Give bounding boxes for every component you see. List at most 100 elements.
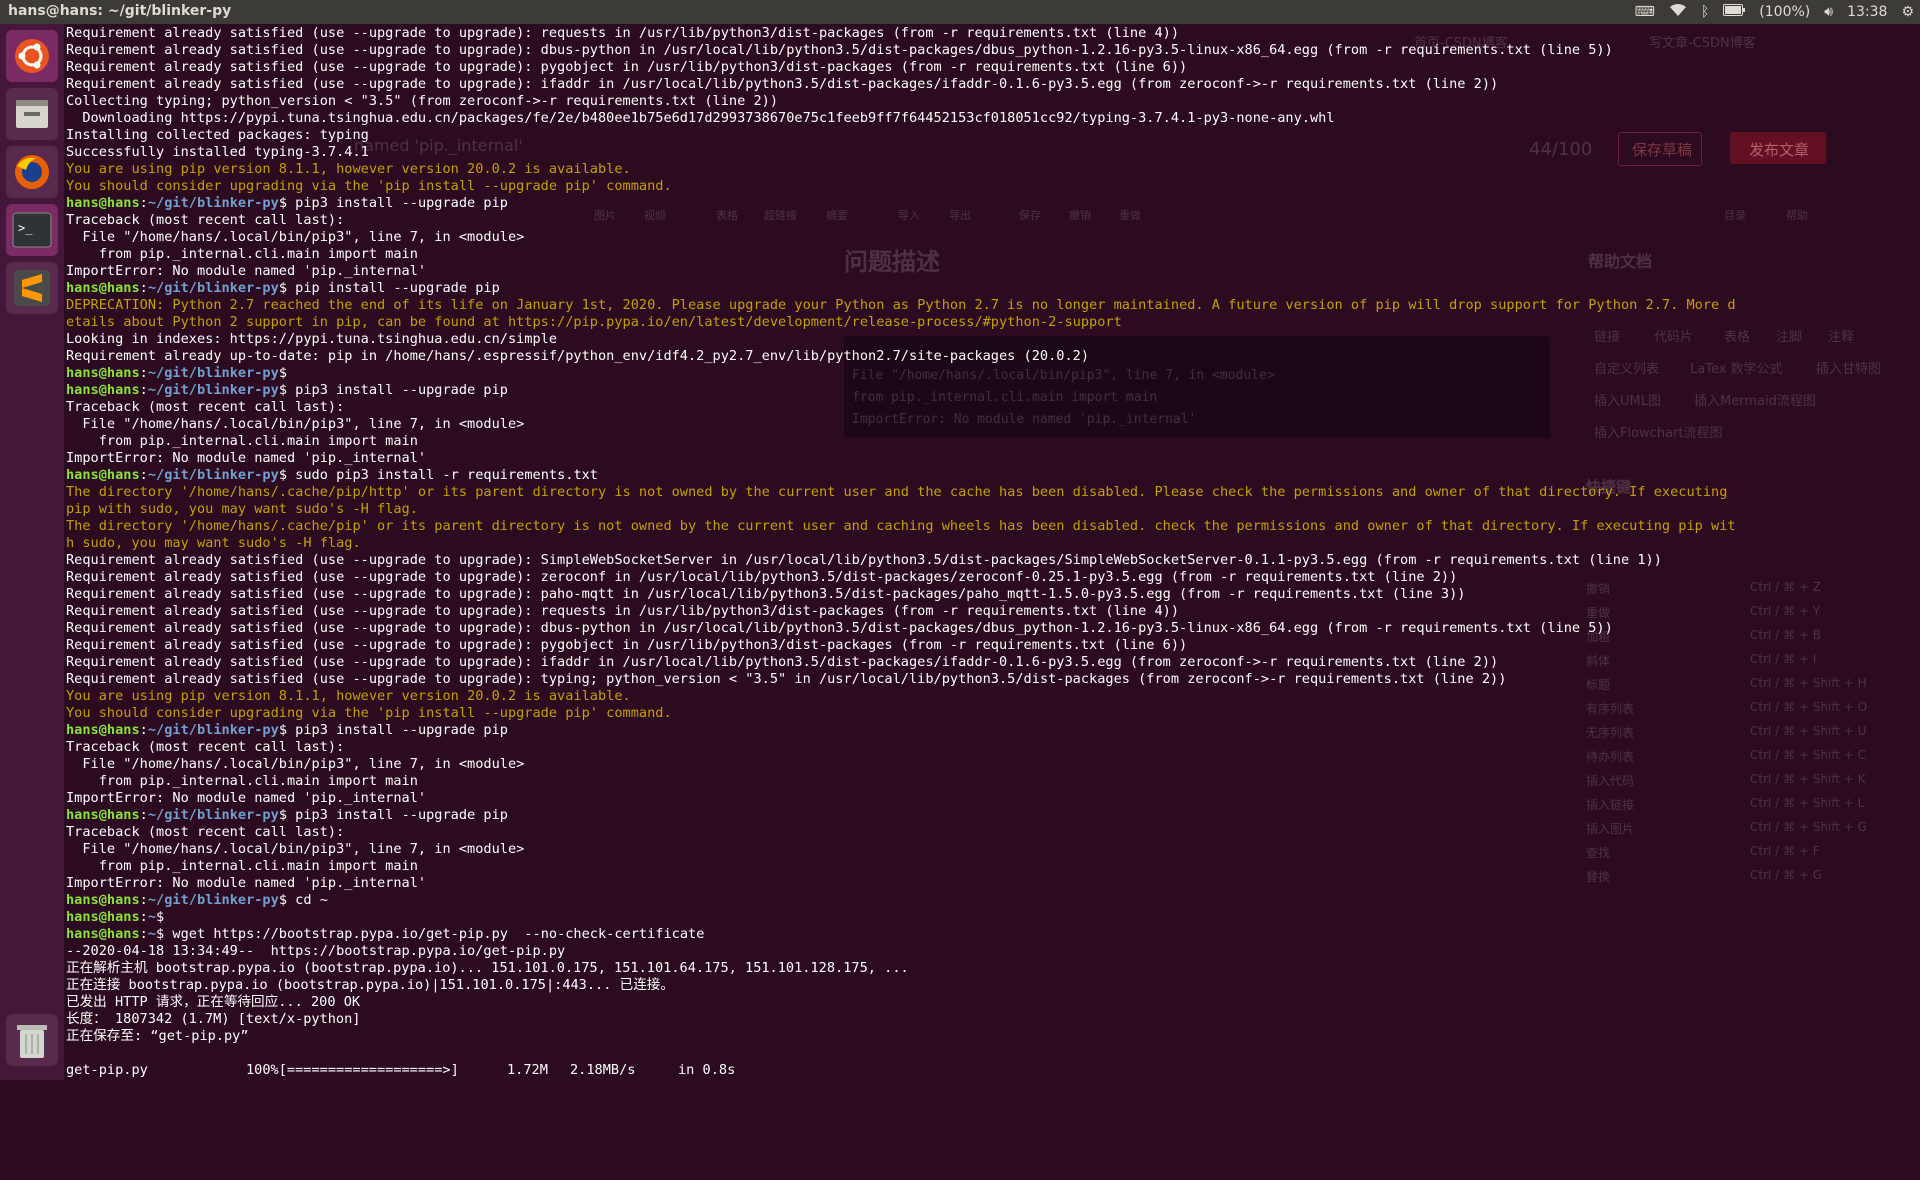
terminal-line: Requirement already satisfied (use --upg… [66, 25, 1736, 42]
terminal-line: hans@hans:~/git/blinker-py$ [66, 365, 1736, 382]
terminal-line: from pip._internal.cli.main import main [66, 246, 1736, 263]
prompt-user: hans@hans [66, 195, 140, 211]
terminal-line: Installing collected packages: typing [66, 127, 1736, 144]
terminal-line: hans@hans:~/git/blinker-py$ pip install … [66, 280, 1736, 297]
prompt-path: ~/git/blinker-py [147, 280, 279, 296]
terminal-line: from pip._internal.cli.main import main [66, 858, 1736, 875]
terminal-line: hans@hans:~/git/blinker-py$ pip3 install… [66, 807, 1736, 824]
terminal-line: hans@hans:~/git/blinker-py$ cd ~ [66, 892, 1736, 909]
launcher: >_ [0, 24, 65, 1080]
terminal-line: Requirement already satisfied (use --upg… [66, 620, 1736, 637]
ubuntu-logo-icon[interactable] [6, 30, 58, 82]
terminal-text: Requirement already satisfied (use --upg… [66, 603, 1180, 619]
terminal-text: $ pip install --upgrade pip [278, 280, 500, 296]
terminal-text: $ sudo pip3 install -r requirements.txt [278, 467, 598, 483]
terminal-text: Traceback (most recent call last): [66, 824, 345, 840]
terminal-text: : [139, 909, 148, 925]
terminal-text: Requirement already satisfied (use --upg… [66, 25, 1180, 41]
terminal-text: Traceback (most recent call last): [66, 739, 345, 755]
terminal-text: h sudo, you may want sudo's -H flag. [66, 535, 361, 551]
terminal-text: Requirement already satisfied (use --upg… [66, 620, 1613, 636]
terminal-text: 正在保存至: “get-pip.py” [66, 1028, 249, 1044]
terminal-line: Requirement already satisfied (use --upg… [66, 76, 1736, 93]
prompt-path: ~/git/blinker-py [147, 892, 279, 908]
terminal-text: 长度： 1807342 (1.7M) [text/x-python] [66, 1011, 361, 1027]
terminal-text: Requirement already satisfied (use --upg… [66, 76, 1499, 92]
sublime-text-icon[interactable] [6, 262, 58, 314]
wifi-icon[interactable] [1669, 3, 1687, 21]
terminal-line: Looking in indexes: https://pypi.tuna.ts… [66, 331, 1736, 348]
terminal-line: Requirement already satisfied (use --upg… [66, 569, 1736, 586]
terminal-text: 已发出 HTTP 请求，正在等待回应... 200 OK [66, 994, 361, 1010]
terminal-line: Requirement already satisfied (use --upg… [66, 59, 1736, 76]
gear-icon[interactable]: ⚙ [1901, 4, 1914, 20]
terminal-text: ImportError: No module named 'pip._inter… [66, 450, 427, 466]
terminal-text: You are using pip version 8.1.1, however… [66, 161, 631, 177]
terminal-text: $ pip3 install --upgrade pip [278, 382, 508, 398]
progress-rate: 2.18MB/s [570, 1062, 636, 1078]
window-title: hans@hans: ~/git/blinker-py [8, 3, 232, 19]
volume-icon[interactable]: 🔊︎ [1824, 4, 1833, 20]
terminal-line: Requirement already satisfied (use --upg… [66, 637, 1736, 654]
terminal-text: from pip._internal.cli.main import main [66, 858, 418, 874]
progress-bar: 100%[===================>] [246, 1062, 459, 1078]
terminal-line: 正在解析主机 bootstrap.pypa.io (bootstrap.pypa… [66, 960, 1736, 977]
battery-icon[interactable] [1723, 4, 1746, 20]
terminal-line: Successfully installed typing-3.7.4.1 [66, 144, 1736, 161]
terminal-text: Requirement already satisfied (use --upg… [66, 569, 1458, 585]
terminal-text: : [139, 807, 148, 823]
keyboard-icon[interactable]: ⌨ [1635, 4, 1655, 20]
terminal-text: You should consider upgrading via the 'p… [66, 178, 672, 194]
prompt-path: ~ [147, 909, 157, 925]
terminal-text: File "/home/hans/.local/bin/pip3", line … [66, 841, 525, 857]
terminal-text: : [139, 892, 148, 908]
terminal-text: Traceback (most recent call last): [66, 399, 345, 415]
prompt-path: ~/git/blinker-py [147, 467, 279, 483]
terminal-line: hans@hans:~$ [66, 909, 1736, 926]
terminal-text: ImportError: No module named 'pip._inter… [66, 790, 427, 806]
terminal-line: The directory '/home/hans/.cache/pip' or… [66, 518, 1736, 535]
terminal-output[interactable]: Requirement already satisfied (use --upg… [66, 25, 1736, 1045]
terminal-line: Requirement already satisfied (use --upg… [66, 42, 1736, 59]
clock[interactable]: 13:38 [1847, 4, 1887, 20]
terminal-line: hans@hans:~/git/blinker-py$ pip3 install… [66, 195, 1736, 212]
terminal-line: The directory '/home/hans/.cache/pip/htt… [66, 484, 1736, 501]
system-tray: ⌨ ᛒ (100%) 🔊︎ 13:38 ⚙ [1635, 0, 1914, 24]
files-icon[interactable] [6, 88, 58, 140]
prompt-user: hans@hans [66, 926, 140, 942]
prompt-user: hans@hans [66, 807, 140, 823]
terminal-line: hans@hans:~$ wget https://bootstrap.pypa… [66, 926, 1736, 943]
bluetooth-icon[interactable]: ᛒ [1701, 4, 1709, 20]
terminal-text: $ pip3 install --upgrade pip [278, 807, 508, 823]
prompt-user: hans@hans [66, 909, 140, 925]
terminal-line: ImportError: No module named 'pip._inter… [66, 263, 1736, 280]
firefox-icon[interactable] [6, 146, 58, 198]
terminal-line: Requirement already satisfied (use --upg… [66, 671, 1736, 688]
trash-icon[interactable] [6, 1014, 58, 1066]
terminal-text: etails about Python 2 support in pip, ca… [66, 314, 1122, 330]
terminal-text: from pip._internal.cli.main import main [66, 773, 418, 789]
terminal-line: Requirement already satisfied (use --upg… [66, 552, 1736, 569]
terminal-text: Requirement already satisfied (use --upg… [66, 637, 1188, 653]
terminal-line: File "/home/hans/.local/bin/pip3", line … [66, 841, 1736, 858]
terminal-text: $ pip3 install --upgrade pip [278, 722, 508, 738]
terminal-line: 长度： 1807342 (1.7M) [text/x-python] [66, 1011, 1736, 1028]
terminal-line: Requirement already satisfied (use --upg… [66, 586, 1736, 603]
terminal-text: 正在连接 bootstrap.pypa.io (bootstrap.pypa.i… [66, 977, 674, 993]
terminal-icon[interactable]: >_ [6, 204, 58, 256]
terminal-text: $ wget https://bootstrap.pypa.io/get-pip… [156, 926, 705, 942]
terminal-text: : [139, 467, 148, 483]
prompt-path: ~/git/blinker-py [147, 195, 279, 211]
terminal-text: DEPRECATION: Python 2.7 reached the end … [66, 297, 1736, 313]
prompt-user: hans@hans [66, 365, 140, 381]
terminal-line: Requirement already satisfied (use --upg… [66, 654, 1736, 671]
terminal-text: File "/home/hans/.local/bin/pip3", line … [66, 229, 525, 245]
terminal-text: : [139, 195, 148, 211]
terminal-line: You are using pip version 8.1.1, however… [66, 161, 1736, 178]
terminal-text: The directory '/home/hans/.cache/pip/htt… [66, 484, 1728, 500]
terminal-text: You should consider upgrading via the 'p… [66, 705, 672, 721]
terminal-text: Installing collected packages: typing [66, 127, 369, 143]
terminal-text: Requirement already satisfied (use --upg… [66, 671, 1507, 687]
terminal-window[interactable]: Requirement already satisfied (use --upg… [64, 24, 1920, 1060]
svg-text:>_: >_ [18, 221, 33, 235]
